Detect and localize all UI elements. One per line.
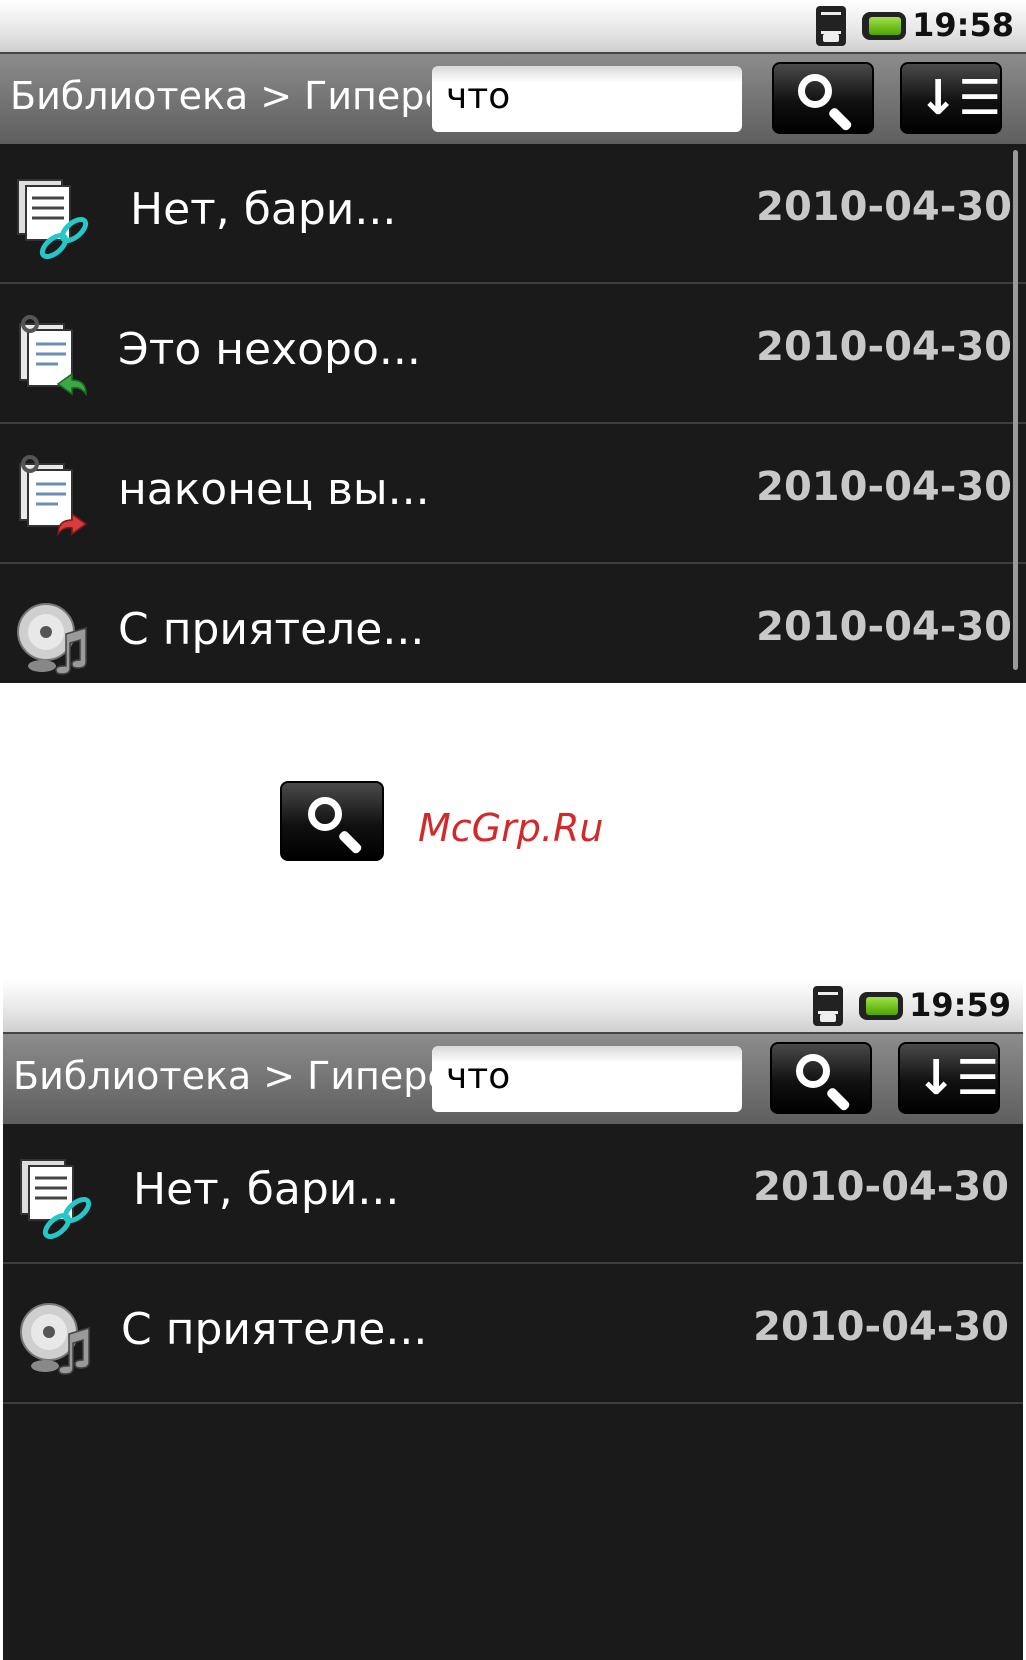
audio-cd-icon: [20, 1303, 90, 1375]
list-item-date: 2010-04-30: [756, 604, 1012, 650]
battery-icon: [859, 992, 903, 1020]
battery-icon: [862, 12, 906, 40]
list-item-title: наконец вы...: [118, 464, 430, 515]
status-bar: 19:58: [0, 0, 1026, 52]
list-item-title: Это нехоро...: [118, 324, 421, 375]
list-item-title: Нет, бари...: [133, 1164, 400, 1215]
search-input[interactable]: что: [432, 1046, 742, 1112]
sort-button[interactable]: ↓☰: [898, 1042, 1000, 1114]
results-list: Нет, бари... 2010-04-30 Это нехоро... 20…: [0, 144, 1026, 683]
document-link-icon: [20, 1159, 92, 1239]
search-button[interactable]: [770, 1042, 872, 1114]
sort-button[interactable]: ↓☰: [900, 62, 1002, 134]
list-item[interactable]: С приятеле... 2010-04-30: [3, 1264, 1023, 1404]
toolbar: Библиотека > Гиперс что ↓☰: [3, 1032, 1023, 1124]
audio-cd-icon: [17, 603, 87, 675]
list-item-date: 2010-04-30: [753, 1304, 1009, 1350]
sort-icon: ↓☰: [918, 70, 1002, 126]
screen-first: 19:58 Библиотека > Гиперс что ↓☰ Нет, ба…: [0, 0, 1026, 683]
status-time: 19:59: [909, 986, 1011, 1024]
search-icon: [308, 797, 342, 831]
sort-icon: ↓☰: [916, 1050, 1000, 1106]
signal-icon: [813, 986, 843, 1026]
breadcrumb[interactable]: Библиотека > Гиперс: [10, 74, 430, 118]
results-list: Нет, бари... 2010-04-30 С приятеле... 20…: [3, 1124, 1023, 1404]
search-button[interactable]: [772, 62, 874, 134]
screen-second: 19:59 Библиотека > Гиперс что ↓☰ Нет, ба…: [3, 980, 1023, 1660]
list-item-date: 2010-04-30: [756, 464, 1012, 510]
list-item-date: 2010-04-30: [756, 184, 1012, 230]
document-reply-icon: [19, 315, 87, 397]
scrollbar[interactable]: [1013, 150, 1018, 670]
search-input[interactable]: что: [432, 66, 742, 132]
list-item-title: С приятеле...: [121, 1304, 428, 1355]
search-icon: [796, 1054, 830, 1088]
status-bar: 19:59: [3, 980, 1023, 1032]
toolbar: Библиотека > Гиперс что ↓☰: [0, 52, 1026, 144]
list-item[interactable]: Нет, бари... 2010-04-30: [3, 1124, 1023, 1264]
list-item-date: 2010-04-30: [756, 324, 1012, 370]
list-item[interactable]: С приятеле... 2010-04-30: [0, 564, 1026, 683]
breadcrumb[interactable]: Библиотека > Гиперс: [13, 1054, 433, 1098]
list-item-title: Нет, бари...: [130, 184, 397, 235]
status-time: 19:58: [912, 6, 1014, 44]
list-item[interactable]: наконец вы... 2010-04-30: [0, 424, 1026, 564]
list-item-title: С приятеле...: [118, 604, 425, 655]
document-forward-icon: [19, 455, 88, 537]
list-item[interactable]: Нет, бари... 2010-04-30: [0, 144, 1026, 284]
search-button-illustration: [280, 781, 384, 861]
list-item-date: 2010-04-30: [753, 1164, 1009, 1210]
search-icon: [798, 74, 832, 108]
document-link-icon: [17, 179, 89, 259]
watermark: McGrp.Ru: [418, 806, 604, 850]
list-item[interactable]: Это нехоро... 2010-04-30: [0, 284, 1026, 424]
signal-icon: [816, 6, 846, 46]
